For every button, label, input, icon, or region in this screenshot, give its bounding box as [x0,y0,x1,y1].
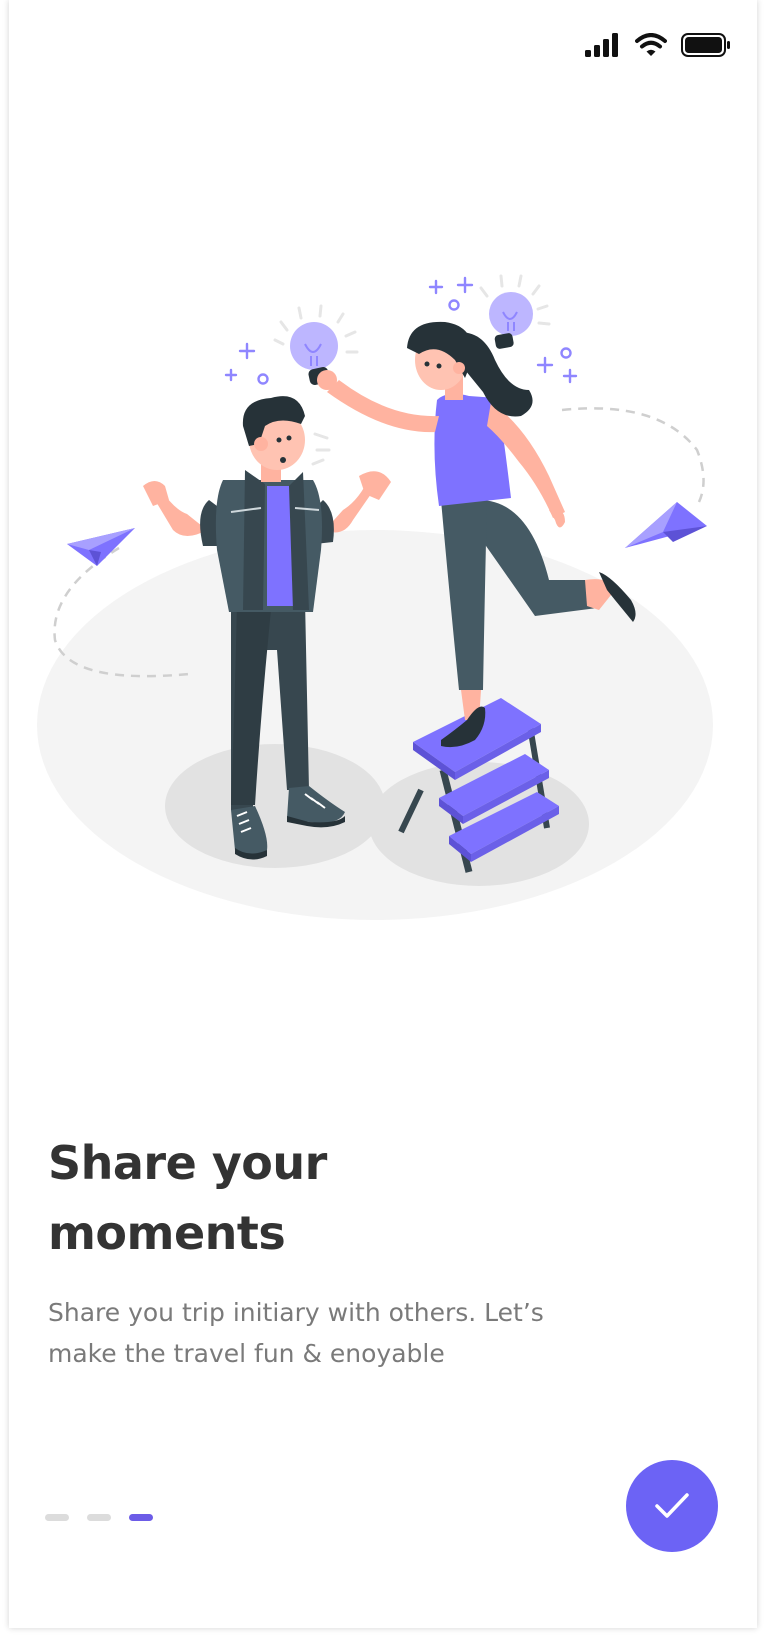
paper-plane-left-icon [67,528,135,566]
lightbulb-right-icon [489,292,533,349]
phone-screen: Share your moments Share you trip initia… [9,0,757,1628]
signal-icon [585,33,618,57]
onboarding-title: Share your moments [48,1136,327,1260]
finish-button[interactable] [626,1460,718,1552]
battery-icon [681,33,730,57]
idea-sharing-illustration [37,274,713,920]
page-dot-1[interactable] [45,1514,69,1521]
check-icon [655,1493,689,1518]
page-indicator [45,1514,153,1521]
onboarding-subtitle: Share you trip initiary with others. Let… [48,1298,544,1368]
paper-plane-right-icon [625,502,707,548]
page-dot-3-active[interactable] [129,1514,153,1521]
page-dot-2[interactable] [87,1514,111,1521]
status-bar [585,30,731,60]
wifi-icon [635,33,667,56]
man-floor-shadow [165,744,385,868]
